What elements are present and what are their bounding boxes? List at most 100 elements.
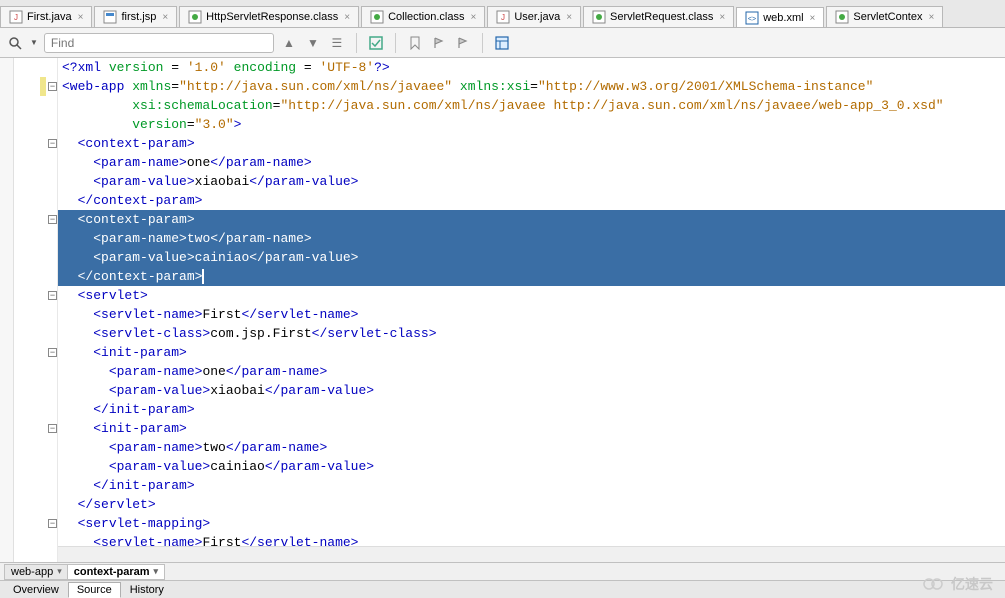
editor-tab[interactable]: Collection.class × bbox=[361, 6, 485, 27]
editor-tab[interactable]: <> web.xml × bbox=[736, 7, 824, 28]
tab-label: First.java bbox=[27, 11, 72, 23]
fold-toggle[interactable]: − bbox=[48, 348, 57, 357]
view-tab-overview[interactable]: Overview bbox=[4, 582, 68, 598]
find-prev-button[interactable]: ▲ bbox=[280, 34, 298, 52]
editor-tab[interactable]: first.jsp × bbox=[94, 6, 177, 27]
code-line[interactable]: <servlet-mapping> bbox=[58, 514, 1005, 533]
code-line[interactable]: <web-app xmlns="http://java.sun.com/xml/… bbox=[58, 77, 1005, 96]
close-icon[interactable]: × bbox=[470, 12, 476, 23]
code-line[interactable]: </context-param> bbox=[58, 191, 1005, 210]
flag-next-icon[interactable] bbox=[454, 34, 472, 52]
java-file-icon: J bbox=[496, 10, 510, 24]
breadcrumb-item[interactable]: context-param ▾ bbox=[67, 564, 165, 580]
class-file-icon bbox=[370, 10, 384, 24]
code-line[interactable]: <param-value>cainiao</param-value> bbox=[58, 248, 1005, 267]
close-icon[interactable]: × bbox=[719, 12, 725, 23]
code-line[interactable]: <init-param> bbox=[58, 343, 1005, 362]
chevron-down-icon: ▾ bbox=[57, 566, 62, 577]
tab-label: ServletRequest.class bbox=[610, 11, 713, 23]
code-line[interactable]: <servlet-name>First</servlet-name> bbox=[58, 305, 1005, 324]
breadcrumb-label: context-param bbox=[74, 566, 150, 578]
bookmark-icon[interactable] bbox=[406, 34, 424, 52]
editor-tabbar: JFirst.java×first.jsp×HttpServletRespons… bbox=[0, 0, 1005, 28]
jsp-file-icon bbox=[103, 10, 117, 24]
tab-label: web.xml bbox=[763, 12, 803, 24]
code-line[interactable]: <param-name>one</param-name> bbox=[58, 153, 1005, 172]
breadcrumb-item[interactable]: web-app ▾ bbox=[4, 564, 69, 580]
code-area[interactable]: <?xml version = '1.0' encoding = 'UTF-8'… bbox=[58, 58, 1005, 562]
fold-toggle[interactable]: − bbox=[48, 82, 57, 91]
code-line[interactable]: xsi:schemaLocation="http://java.sun.com/… bbox=[58, 96, 1005, 115]
code-line[interactable]: </init-param> bbox=[58, 476, 1005, 495]
view-tab-source[interactable]: Source bbox=[68, 582, 121, 598]
fold-toggle[interactable]: − bbox=[48, 291, 57, 300]
breadcrumb-label: web-app bbox=[11, 566, 53, 578]
code-line[interactable]: </init-param> bbox=[58, 400, 1005, 419]
tab-label: HttpServletResponse.class bbox=[206, 11, 338, 23]
svg-text:J: J bbox=[14, 13, 18, 22]
close-icon[interactable]: × bbox=[928, 12, 934, 23]
code-line[interactable]: <param-name>two</param-name> bbox=[58, 229, 1005, 248]
close-icon[interactable]: × bbox=[344, 12, 350, 23]
view-tab-history[interactable]: History bbox=[121, 582, 173, 598]
find-next-button[interactable]: ▼ bbox=[304, 34, 322, 52]
watermark-text: 亿速云 bbox=[951, 574, 993, 594]
editor-view-tabs: OverviewSourceHistory 亿速云 bbox=[0, 580, 1005, 598]
editor-tab[interactable]: ServletContex × bbox=[826, 6, 943, 27]
chevron-down-icon: ▾ bbox=[154, 566, 159, 577]
find-toolbar: ▼ ▲ ▼ ☰ bbox=[0, 28, 1005, 58]
find-input[interactable] bbox=[44, 33, 274, 53]
code-line[interactable]: <param-name>one</param-name> bbox=[58, 362, 1005, 381]
svg-text:<>: <> bbox=[748, 16, 756, 23]
code-line[interactable]: version="3.0"> bbox=[58, 115, 1005, 134]
code-line[interactable]: <param-value>xiaobai</param-value> bbox=[58, 172, 1005, 191]
designer-icon[interactable] bbox=[493, 34, 511, 52]
fold-toggle[interactable]: − bbox=[48, 519, 57, 528]
code-line[interactable]: <param-name>two</param-name> bbox=[58, 438, 1005, 457]
code-line[interactable]: </servlet> bbox=[58, 495, 1005, 514]
xml-file-icon: <> bbox=[745, 11, 759, 25]
close-icon[interactable]: × bbox=[810, 13, 816, 24]
class-file-icon bbox=[835, 10, 849, 24]
separator bbox=[395, 33, 396, 53]
code-line[interactable]: <param-value>xiaobai</param-value> bbox=[58, 381, 1005, 400]
code-line[interactable]: <context-param> bbox=[58, 134, 1005, 153]
code-line[interactable]: </context-param> bbox=[58, 267, 1005, 286]
watermark: 亿速云 bbox=[923, 574, 993, 594]
find-dropdown-icon[interactable]: ▼ bbox=[30, 38, 38, 47]
class-file-icon bbox=[592, 10, 606, 24]
editor-tab[interactable]: ServletRequest.class × bbox=[583, 6, 734, 27]
close-icon[interactable]: × bbox=[162, 12, 168, 23]
class-file-icon bbox=[188, 10, 202, 24]
navigator-breadcrumb: web-app ▾ context-param ▾ bbox=[0, 562, 1005, 580]
separator bbox=[482, 33, 483, 53]
code-line[interactable]: <?xml version = '1.0' encoding = 'UTF-8'… bbox=[58, 58, 1005, 77]
code-line[interactable]: <init-param> bbox=[58, 419, 1005, 438]
gutter-margin bbox=[0, 58, 14, 562]
fold-toggle[interactable]: − bbox=[48, 139, 57, 148]
fold-toggle[interactable]: − bbox=[48, 424, 57, 433]
tab-label: User.java bbox=[514, 11, 560, 23]
horizontal-scrollbar[interactable] bbox=[58, 546, 1005, 562]
java-file-icon: J bbox=[9, 10, 23, 24]
tab-label: ServletContex bbox=[853, 11, 922, 23]
change-marker bbox=[40, 77, 46, 96]
editor-tab[interactable]: J User.java × bbox=[487, 6, 581, 27]
flag-prev-icon[interactable] bbox=[430, 34, 448, 52]
validate-button[interactable] bbox=[367, 34, 385, 52]
tab-label: Collection.class bbox=[388, 11, 464, 23]
close-icon[interactable]: × bbox=[566, 12, 572, 23]
code-line[interactable]: <servlet> bbox=[58, 286, 1005, 305]
search-icon[interactable] bbox=[6, 34, 24, 52]
code-editor[interactable]: − − − − − − − <?xml version = '1.0' encoding =… bbox=[0, 58, 1005, 562]
find-highlight-button[interactable]: ☰ bbox=[328, 34, 346, 52]
code-line[interactable]: <context-param> bbox=[58, 210, 1005, 229]
code-line[interactable]: <servlet-class>com.jsp.First</servlet-cl… bbox=[58, 324, 1005, 343]
fold-toggle[interactable]: − bbox=[48, 215, 57, 224]
editor-tab[interactable]: HttpServletResponse.class × bbox=[179, 6, 359, 27]
tab-label: first.jsp bbox=[121, 11, 156, 23]
fold-gutter: − − − − − − − bbox=[14, 58, 58, 562]
editor-tab[interactable]: J First.java × bbox=[0, 6, 92, 27]
code-line[interactable]: <param-value>cainiao</param-value> bbox=[58, 457, 1005, 476]
close-icon[interactable]: × bbox=[78, 12, 84, 23]
